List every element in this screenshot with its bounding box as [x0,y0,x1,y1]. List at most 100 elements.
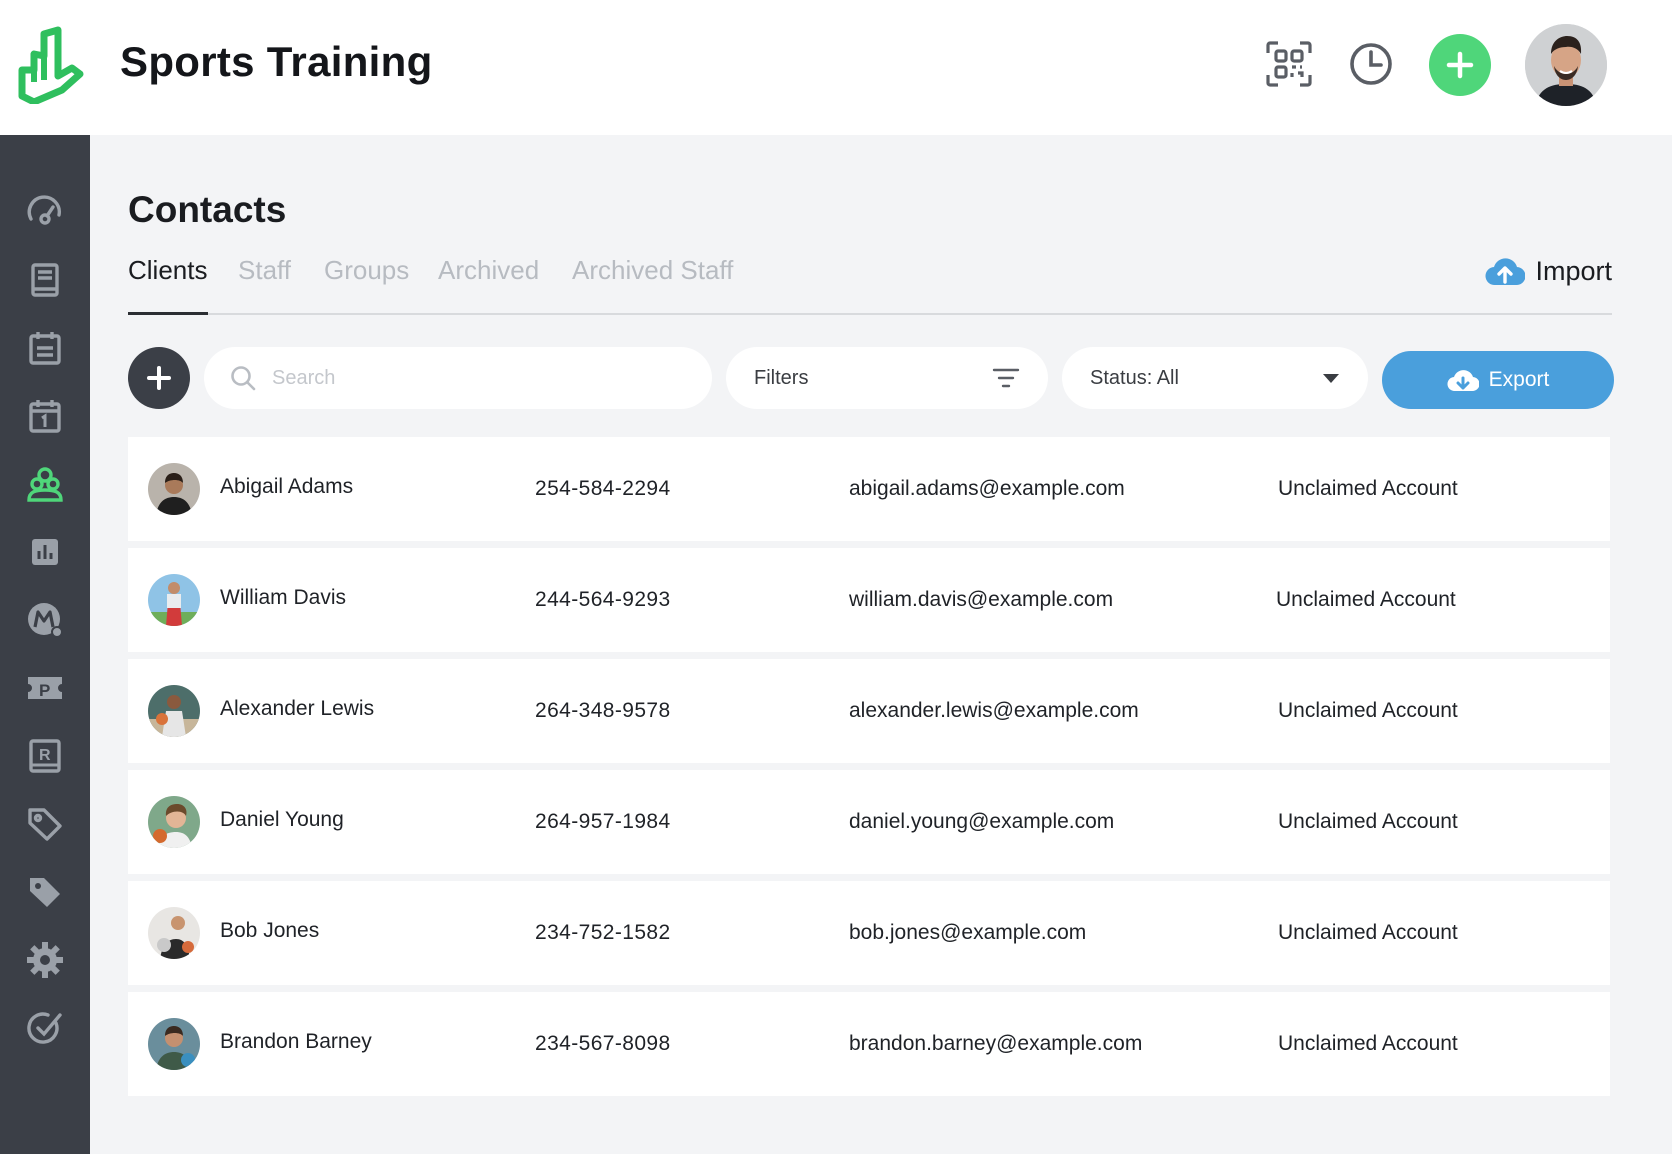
svg-text:P: P [39,681,50,700]
search-field[interactable] [204,347,712,409]
top-bar: Sports Training [0,0,1672,135]
sidebar-item-reports[interactable] [22,529,68,575]
search-icon [231,366,256,391]
contact-phone: 244-564-9293 [535,588,671,611]
goals-target-icon [27,1012,62,1044]
clipboard-icon [29,332,61,365]
active-tab-indicator [128,312,208,315]
sidebar-item-goals[interactable] [22,1005,68,1051]
contact-avatar [148,907,200,959]
contact-name: Bob Jones [220,919,320,942]
sidebar-item-dashboard[interactable] [22,189,68,235]
page-title: Contacts [128,189,287,230]
logo-icon[interactable] [14,24,86,106]
contact-status: Unclaimed Account [1278,699,1458,722]
plus-icon [147,366,171,390]
export-label: Export [1488,368,1550,391]
table-row[interactable]: Brandon Barney 234-567-8098 brandon.barn… [128,992,1610,1096]
sidebar-item-clipboard[interactable] [22,325,68,371]
sidebar-item-passes[interactable]: P [22,665,68,711]
contact-name: William Davis [220,586,346,609]
status-dropdown[interactable]: Status: All [1062,347,1368,409]
sidebar-item-settings[interactable] [22,937,68,983]
sidebar-item-calendar[interactable] [22,393,68,439]
filters-label: Filters [754,366,809,389]
contact-name: Abigail Adams [220,475,354,498]
table-row[interactable]: William Davis 244-564-9293 william.davis… [128,548,1610,652]
pass-ticket-icon: P [28,677,62,700]
app-title: Sports Training [120,38,433,85]
add-contact-button[interactable] [128,347,190,409]
contact-phone: 254-584-2294 [535,477,671,500]
history-clock-icon [1350,43,1392,85]
table-row[interactable]: Alexander Lewis 264-348-9578 alexander.l… [128,659,1610,763]
tab-staff[interactable]: Staff [238,255,291,286]
contact-email: william.davis@example.com [849,588,1114,611]
contact-name: Daniel Young [220,808,344,831]
tab-archived[interactable]: Archived [438,255,539,286]
marketing-icon [28,603,63,638]
contact-name: Alexander Lewis [220,697,375,720]
caret-down-icon [1323,374,1339,383]
contact-status: Unclaimed Account [1278,810,1458,833]
plus-icon [1446,51,1474,79]
contact-phone: 264-348-9578 [535,699,671,722]
table-row[interactable]: Daniel Young 264-957-1984 daniel.young@e… [128,770,1610,874]
contact-name: Brandon Barney [220,1030,372,1053]
contact-avatar [148,1018,200,1070]
user-avatar[interactable] [1525,24,1607,106]
status-dropdown-value: Status: All [1090,366,1179,389]
cloud-download-icon [1447,370,1479,392]
tag-icon [28,808,62,841]
calendar-icon [29,400,61,433]
sidebar-item-contacts[interactable] [22,461,68,507]
sidebar-item-marketing[interactable] [22,597,68,643]
search-input[interactable] [272,366,692,390]
qr-code-button[interactable] [1265,40,1313,88]
import-label: Import [1535,255,1612,286]
sidebar: P R [0,135,90,1154]
contact-phone: 264-957-1984 [535,810,671,833]
qr-code-icon [1266,41,1312,87]
history-button[interactable] [1347,40,1395,88]
contact-status: Unclaimed Account [1278,477,1458,500]
contact-email: daniel.young@example.com [849,810,1115,833]
table-row[interactable]: Abigail Adams 254-584-2294 abigail.adams… [128,437,1610,541]
tab-groups[interactable]: Groups [324,255,409,286]
reports-chart-icon [32,539,58,565]
contact-phone: 234-752-1582 [535,921,671,944]
sidebar-item-registration[interactable]: R [22,733,68,779]
contact-status: Unclaimed Account [1278,1032,1458,1055]
svg-text:R: R [39,747,51,764]
contact-phone: 234-567-8098 [535,1032,671,1055]
main-content: Contacts Clients Staff Groups Archived A… [90,135,1672,1154]
contacts-tabs: Clients Staff Groups Archived Archived S… [128,255,1612,315]
filter-lines-icon [992,368,1020,388]
tab-archived-staff[interactable]: Archived Staff [572,255,733,286]
contact-email: abigail.adams@example.com [849,477,1125,500]
registration-icon: R [29,739,61,773]
export-button[interactable]: Export [1382,351,1614,409]
contact-email: alexander.lewis@example.com [849,699,1139,722]
contacts-icon [27,467,63,502]
sidebar-item-tags[interactable] [22,801,68,847]
contact-status: Unclaimed Account [1276,588,1456,611]
dashboard-icon [27,195,61,225]
tab-clients[interactable]: Clients [128,255,207,286]
contact-email: bob.jones@example.com [849,921,1087,944]
quick-add-button[interactable] [1429,34,1491,96]
table-row[interactable]: Bob Jones 234-752-1582 bob.jones@example… [128,881,1610,985]
contact-email: brandon.barney@example.com [849,1032,1143,1055]
filters-button[interactable]: Filters [726,347,1048,409]
contacts-toolbar: Filters Status: All Export [128,347,1618,409]
discount-tag-icon [30,878,60,907]
book-icon [31,263,59,297]
sidebar-item-book[interactable] [22,257,68,303]
sidebar-item-discounts[interactable] [22,869,68,915]
contact-status: Unclaimed Account [1278,921,1458,944]
contact-avatar [148,685,200,737]
cloud-upload-icon [1485,258,1526,286]
import-button[interactable]: Import [1485,255,1612,287]
contact-avatar [148,796,200,848]
contact-avatar [148,574,200,626]
